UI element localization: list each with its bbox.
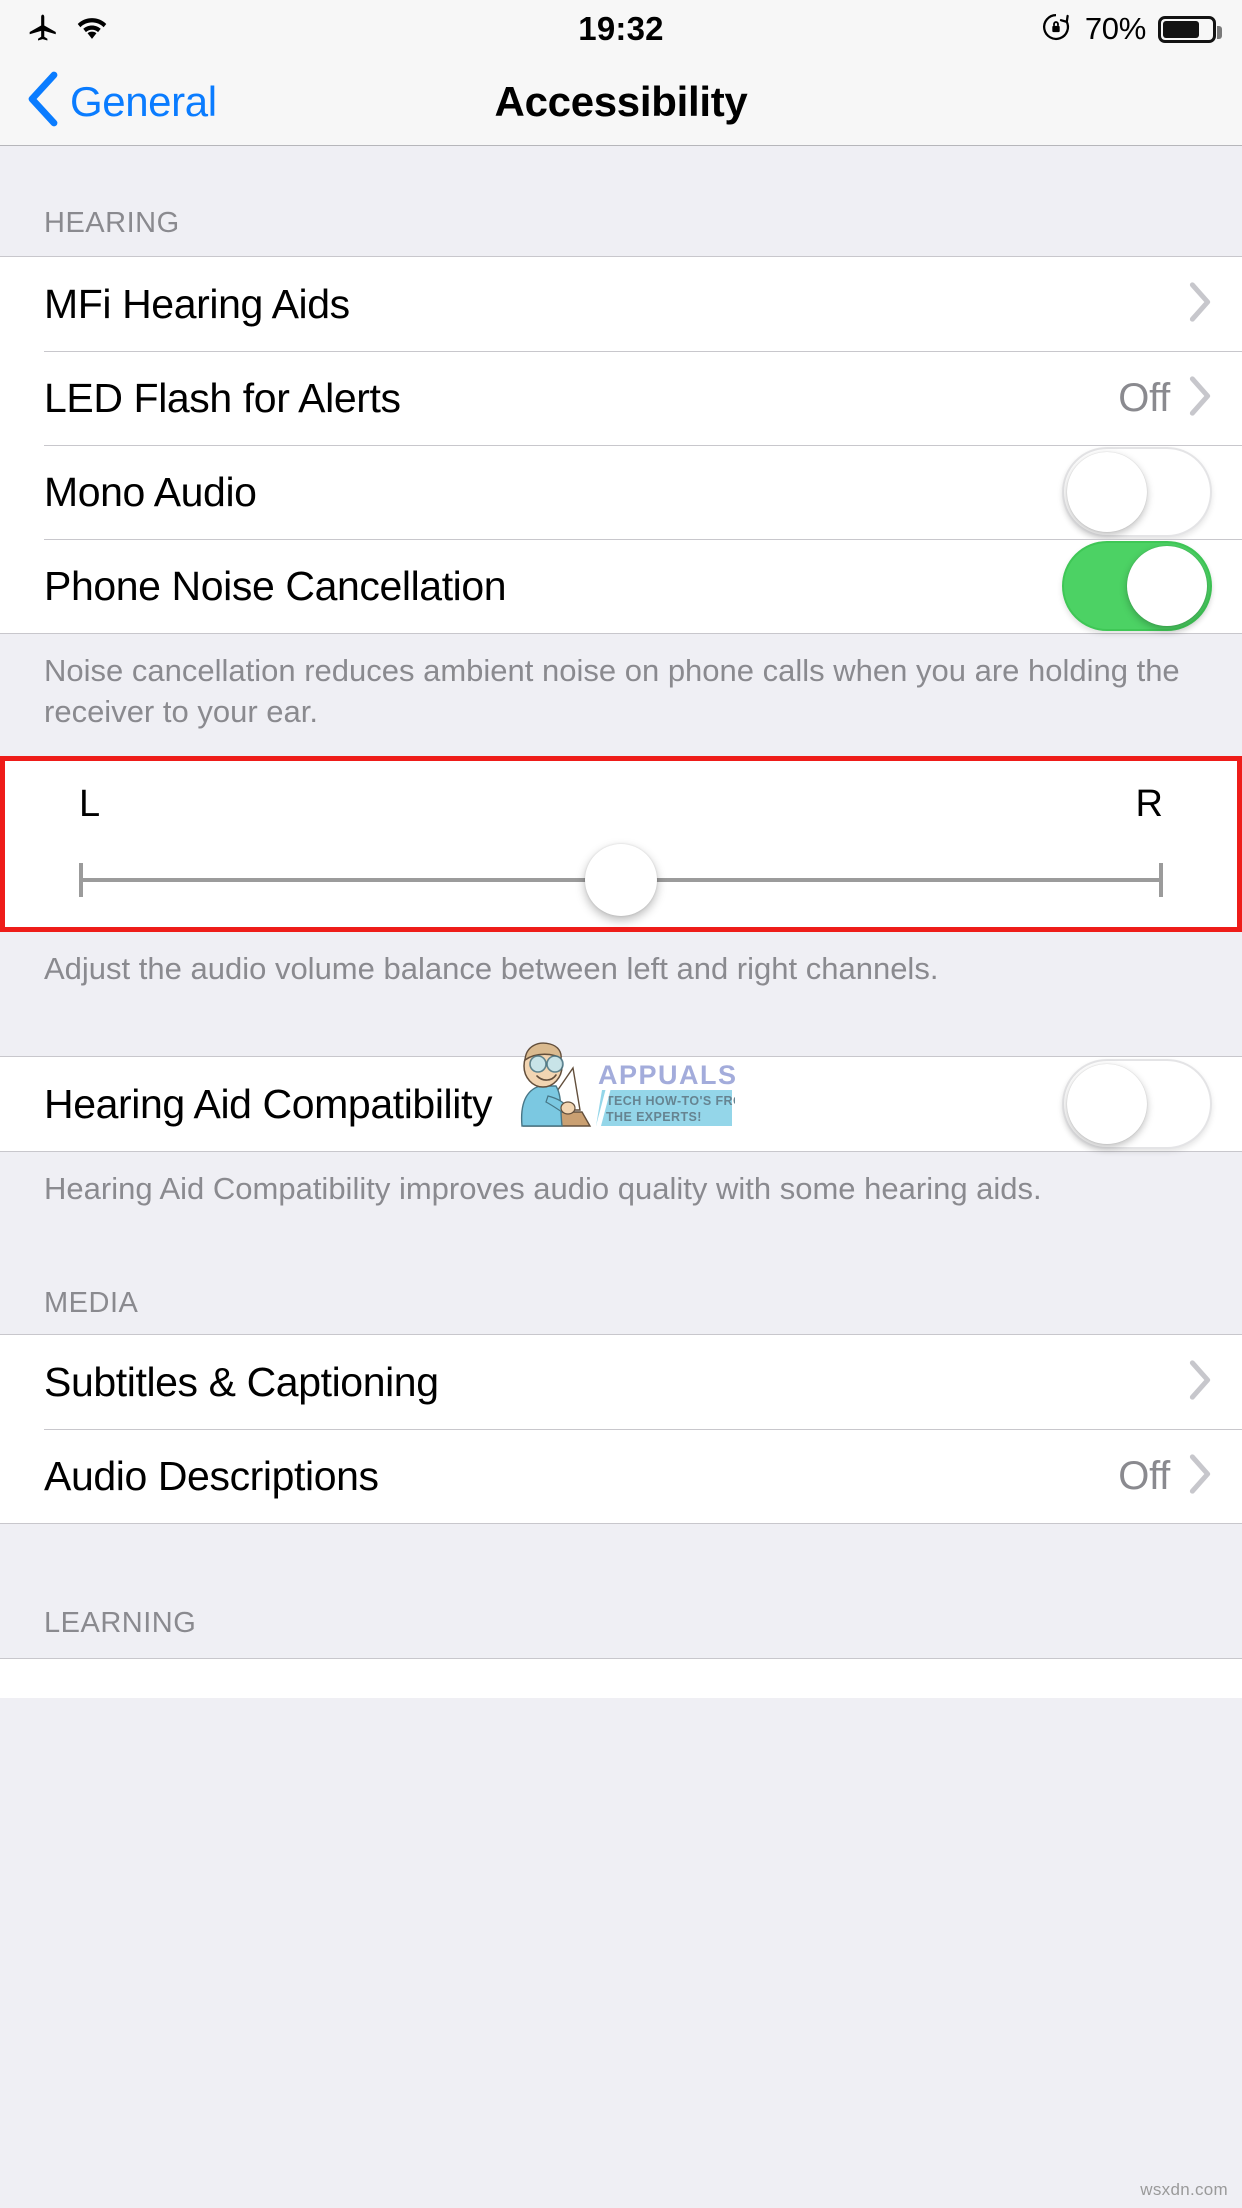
slider-thumb[interactable] [585,844,657,916]
footer-balance: Adjust the audio volume balance between … [44,951,939,986]
row-label: MFi Hearing Aids [44,280,350,327]
section-header-learning: LEARNING [0,1524,1242,1658]
chevron-right-icon [1188,375,1212,422]
footer-hearing: Noise cancellation reduces ambient noise… [44,653,1180,730]
site-watermark: wsxdn.com [1140,2180,1228,2199]
slider-end-cap-right [1159,863,1163,897]
row-label: Mono Audio [44,468,257,515]
toggle-knob [1127,546,1207,626]
row-led-flash-for-alerts[interactable]: LED Flash for Alerts Off [0,351,1242,445]
chevron-right-icon [1188,281,1212,328]
mono-audio-toggle[interactable] [1062,447,1212,537]
battery-icon [1158,15,1222,43]
row-label: Phone Noise Cancellation [44,562,507,609]
back-button-label: General [70,77,217,125]
back-button[interactable]: General [26,71,217,132]
footer-hearing-aid: Hearing Aid Compatibility improves audio… [44,1171,1042,1206]
balance-right-label: R [1135,783,1163,825]
status-bar-right: 70% [1039,10,1222,49]
section-header-hearing: HEARING [0,146,1242,256]
media-cell-group: Subtitles & Captioning Audio Description… [0,1334,1242,1524]
iphone-screen: 19:32 70% General Accessibility HEARING … [0,0,1242,2208]
row-label: Subtitles & Captioning [44,1358,439,1405]
row-value: Off [1118,1453,1170,1498]
chevron-right-icon [1188,1359,1212,1406]
row-label: LED Flash for Alerts [44,374,401,421]
phone-noise-cancellation-toggle[interactable] [1062,541,1212,631]
audio-balance-slider[interactable] [79,844,1163,916]
hearing-cell-group: MFi Hearing Aids LED Flash for Alerts Of… [0,256,1242,634]
battery-fill [1163,20,1200,38]
chevron-right-icon [1188,1453,1212,1500]
status-bar: 19:32 70% [0,0,1242,58]
rotation-lock-icon [1039,10,1073,49]
learning-cell-group-partial [0,1658,1242,1698]
row-label: Hearing Aid Compatibility [44,1080,493,1127]
hearing-aid-cell-group: Hearing Aid Compatibility [0,1056,1242,1152]
hearing-aid-compatibility-toggle[interactable] [1062,1059,1212,1149]
row-label: Audio Descriptions [44,1452,379,1499]
section-header-hearing-label: HEARING [44,207,180,239]
section-header-media-label: MEDIA [44,1287,139,1319]
row-mono-audio[interactable]: Mono Audio [0,445,1242,539]
audio-balance-cell[interactable]: L R [5,761,1237,927]
row-phone-noise-cancellation[interactable]: Phone Noise Cancellation [0,539,1242,633]
toggle-knob [1067,1064,1147,1144]
balance-labels: L R [5,761,1237,826]
toggle-knob [1067,452,1147,532]
chevron-left-icon [26,71,60,132]
row-audio-descriptions[interactable]: Audio Descriptions Off [0,1429,1242,1523]
balance-left-label: L [79,783,101,825]
audio-balance-highlight-box: L R [0,756,1242,932]
row-mfi-hearing-aids[interactable]: MFi Hearing Aids [0,257,1242,351]
battery-percent-label: 70% [1084,11,1146,46]
section-header-learning-label: LEARNING [44,1607,197,1639]
row-value: Off [1118,375,1170,420]
row-subtitles-captioning[interactable]: Subtitles & Captioning [0,1335,1242,1429]
slider-end-cap-left [79,863,83,897]
section-header-media: MEDIA [0,1262,1242,1334]
navigation-bar: General Accessibility [0,58,1242,146]
row-hearing-aid-compatibility[interactable]: Hearing Aid Compatibility [0,1057,1242,1151]
